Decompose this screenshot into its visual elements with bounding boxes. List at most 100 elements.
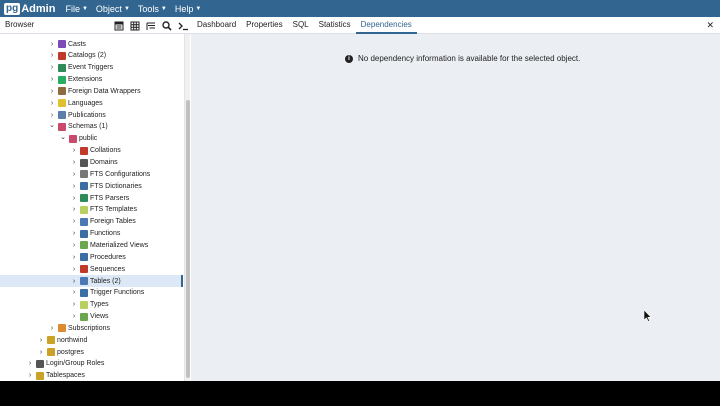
tab-statistics[interactable]: Statistics bbox=[314, 17, 356, 34]
tree-scrollbar[interactable] bbox=[184, 34, 190, 381]
tree-item-fts-configurations[interactable]: › FTS Configurations bbox=[0, 168, 183, 180]
tree-item-fts-parsers[interactable]: › FTS Parsers bbox=[0, 192, 183, 204]
chevron-right-icon[interactable]: › bbox=[70, 147, 78, 154]
chevron-right-icon[interactable]: › bbox=[70, 230, 78, 237]
pgadmin-logo[interactable]: pg Admin bbox=[4, 2, 56, 15]
tree-item-languages[interactable]: › Languages bbox=[0, 97, 183, 109]
mouse-cursor-icon bbox=[644, 310, 652, 322]
function-icon bbox=[80, 229, 88, 238]
tree-item-label: Event Triggers bbox=[68, 64, 114, 72]
tree-item-functions[interactable]: › Functions bbox=[0, 228, 183, 240]
tree-item-trigger-functions[interactable]: › Trigger Functions bbox=[0, 287, 183, 299]
tree-item-procedures[interactable]: › Procedures bbox=[0, 251, 183, 263]
tab-properties[interactable]: Properties bbox=[241, 17, 287, 34]
query-tool-icon[interactable] bbox=[175, 19, 191, 32]
tree-item-label: public bbox=[79, 135, 98, 143]
tree-item-casts[interactable]: › Casts bbox=[0, 38, 183, 50]
chevron-right-icon[interactable]: › bbox=[48, 76, 56, 83]
chevron-right-icon[interactable]: › bbox=[48, 64, 56, 71]
chevron-right-icon[interactable]: › bbox=[48, 112, 56, 119]
tree-item-fts-templates[interactable]: › FTS Templates bbox=[0, 204, 183, 216]
chevron-right-icon[interactable]: › bbox=[70, 206, 78, 213]
menu-tools-label: Tools bbox=[137, 3, 159, 14]
tree-item-label: Types bbox=[90, 301, 109, 309]
tree-item-tablespaces[interactable]: › Tablespaces bbox=[0, 370, 183, 381]
chevron-right-icon[interactable]: › bbox=[48, 325, 56, 332]
tree-item-label: FTS Parsers bbox=[90, 194, 130, 202]
close-icon[interactable]: ✕ bbox=[706, 20, 714, 31]
chevron-right-icon[interactable]: › bbox=[70, 289, 78, 296]
database-icon bbox=[47, 348, 55, 357]
domain-icon bbox=[80, 158, 88, 167]
logo-pg-text: pg bbox=[4, 2, 21, 15]
tree-item-tables-2[interactable]: › Tables (2) bbox=[0, 275, 183, 287]
tree-item-domains[interactable]: › Domains bbox=[0, 157, 183, 169]
tree-item-publications[interactable]: › Publications bbox=[0, 109, 183, 121]
chevron-down-icon[interactable]: ⌄ bbox=[59, 133, 67, 141]
chevron-right-icon[interactable]: › bbox=[48, 88, 56, 95]
tree-item-schemas-1[interactable]: ⌄ Schemas (1) bbox=[0, 121, 183, 133]
table-icon bbox=[80, 277, 88, 285]
tree-item-collations[interactable]: › Collations bbox=[0, 145, 183, 157]
search-icon[interactable] bbox=[159, 19, 175, 32]
tree-item-fts-dictionaries[interactable]: › FTS Dictionaries bbox=[0, 180, 183, 192]
scrollbar-thumb[interactable] bbox=[186, 100, 190, 378]
chevron-right-icon[interactable]: › bbox=[26, 372, 34, 379]
tree-item-sequences[interactable]: › Sequences bbox=[0, 263, 183, 275]
tree-item-types[interactable]: › Types bbox=[0, 299, 183, 311]
browser-toolbar bbox=[111, 19, 191, 32]
menu-tools[interactable]: Tools ▼ bbox=[138, 4, 167, 14]
chevron-right-icon[interactable]: › bbox=[48, 100, 56, 107]
tree-item-catalogs-2[interactable]: › Catalogs (2) bbox=[0, 50, 183, 62]
tree-item-label: Casts bbox=[68, 40, 86, 48]
chevron-right-icon[interactable]: › bbox=[26, 360, 34, 367]
chevron-right-icon[interactable]: › bbox=[70, 254, 78, 261]
tree-item-extensions[interactable]: › Extensions bbox=[0, 74, 183, 86]
subscription-icon bbox=[58, 324, 66, 333]
chevron-right-icon[interactable]: › bbox=[70, 218, 78, 225]
menu-object[interactable]: Object ▼ bbox=[96, 4, 130, 14]
chevron-right-icon[interactable]: › bbox=[70, 242, 78, 249]
tree-item-northwind[interactable]: › northwind bbox=[0, 334, 183, 346]
chevron-right-icon[interactable]: › bbox=[70, 278, 78, 285]
tree-item-label: FTS Dictionaries bbox=[90, 182, 142, 190]
tree-item-public[interactable]: ⌄ public bbox=[0, 133, 183, 145]
chevron-right-icon[interactable]: › bbox=[37, 337, 45, 344]
chevron-right-icon[interactable]: › bbox=[37, 349, 45, 356]
object-properties-icon[interactable] bbox=[111, 19, 127, 32]
chevron-right-icon[interactable]: › bbox=[70, 301, 78, 308]
chevron-right-icon[interactable]: › bbox=[70, 266, 78, 273]
filter-rows-icon[interactable] bbox=[143, 19, 159, 32]
chevron-down-icon[interactable]: ⌄ bbox=[48, 121, 56, 129]
foreign-table-icon bbox=[80, 217, 88, 226]
chevron-right-icon[interactable]: › bbox=[70, 171, 78, 178]
tree-item-foreign-data-wrappers[interactable]: › Foreign Data Wrappers bbox=[0, 85, 183, 97]
tab-sql[interactable]: SQL bbox=[288, 17, 314, 34]
menu-help[interactable]: Help ▼ bbox=[175, 4, 201, 14]
tab-dashboard[interactable]: Dashboard bbox=[192, 17, 241, 34]
chevron-right-icon[interactable]: › bbox=[70, 159, 78, 166]
tablespace-icon bbox=[36, 371, 44, 380]
chevron-right-icon[interactable]: › bbox=[48, 52, 56, 59]
fts-parser-icon bbox=[80, 194, 88, 203]
chevron-right-icon[interactable]: › bbox=[48, 41, 56, 48]
chevron-right-icon[interactable]: › bbox=[70, 313, 78, 320]
tree-item-label: Catalogs (2) bbox=[68, 52, 107, 60]
tree-item-subscriptions[interactable]: › Subscriptions bbox=[0, 322, 183, 334]
chevron-right-icon[interactable]: › bbox=[70, 183, 78, 190]
menu-file[interactable]: File ▼ bbox=[65, 4, 87, 14]
chevron-right-icon[interactable]: › bbox=[70, 195, 78, 202]
tree-item-views[interactable]: › Views bbox=[0, 311, 183, 323]
schemas-icon bbox=[58, 122, 66, 131]
cast-icon bbox=[58, 40, 66, 48]
tree-item-foreign-tables[interactable]: › Foreign Tables bbox=[0, 216, 183, 228]
tree-item-label: Foreign Tables bbox=[90, 218, 136, 226]
tab-dependencies[interactable]: Dependencies bbox=[355, 17, 417, 34]
tree-item-login-group-roles[interactable]: › Login/Group Roles bbox=[0, 358, 183, 370]
tree-item-postgres[interactable]: › postgres bbox=[0, 346, 183, 358]
tree-item-event-triggers[interactable]: › Event Triggers bbox=[0, 62, 183, 74]
tab-bar: Dashboard Properties SQL Statistics Depe… bbox=[192, 17, 417, 34]
tree-item-materialized-views[interactable]: › Materialized Views bbox=[0, 239, 183, 251]
logo-admin-text: Admin bbox=[21, 2, 56, 15]
grid-icon[interactable] bbox=[127, 19, 143, 32]
